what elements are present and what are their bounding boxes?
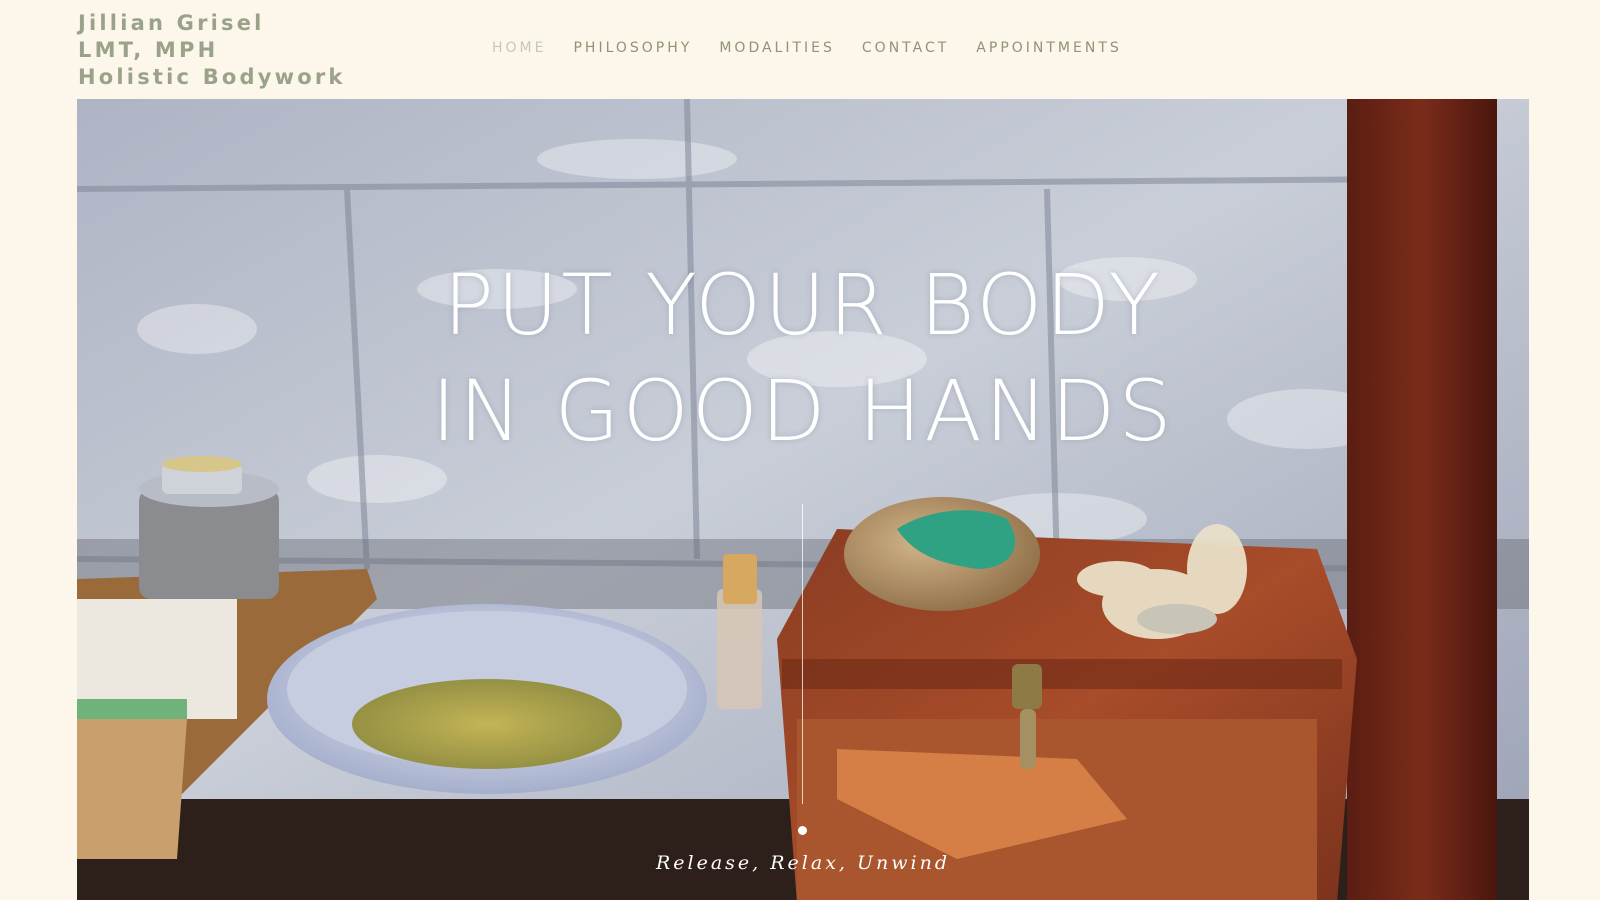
logo-name: Jillian Grisel [78,11,265,35]
nav-modalities[interactable]: MODALITIES [719,40,835,56]
logo-tagline: Holistic Bodywork [78,65,346,89]
scroll-divider-dot [798,826,807,835]
hero-headline-line1: PUT YOUR BODY [443,256,1163,354]
nav-philosophy[interactable]: PHILOSOPHY [573,40,692,56]
logo-credentials: LMT, MPH [78,38,219,62]
main-nav: HOME PHILOSOPHY MODALITIES CONTACT APPOI… [492,40,1122,56]
hero-banner: PUT YOUR BODY IN GOOD HANDS Release, Rel… [77,99,1529,900]
scroll-divider-line [802,504,803,804]
hero-background-image [77,99,1529,900]
hero-headline: PUT YOUR BODY IN GOOD HANDS [77,252,1529,464]
site-logo[interactable]: Jillian Grisel LMT, MPH Holistic Bodywor… [78,10,346,91]
nav-home[interactable]: HOME [492,40,546,56]
hero-tagline: Release, Relax, Unwind [655,852,950,874]
nav-contact[interactable]: CONTACT [862,40,949,56]
nav-appointments[interactable]: APPOINTMENTS [976,40,1121,56]
hero-headline-line2: IN GOOD HANDS [431,362,1175,460]
